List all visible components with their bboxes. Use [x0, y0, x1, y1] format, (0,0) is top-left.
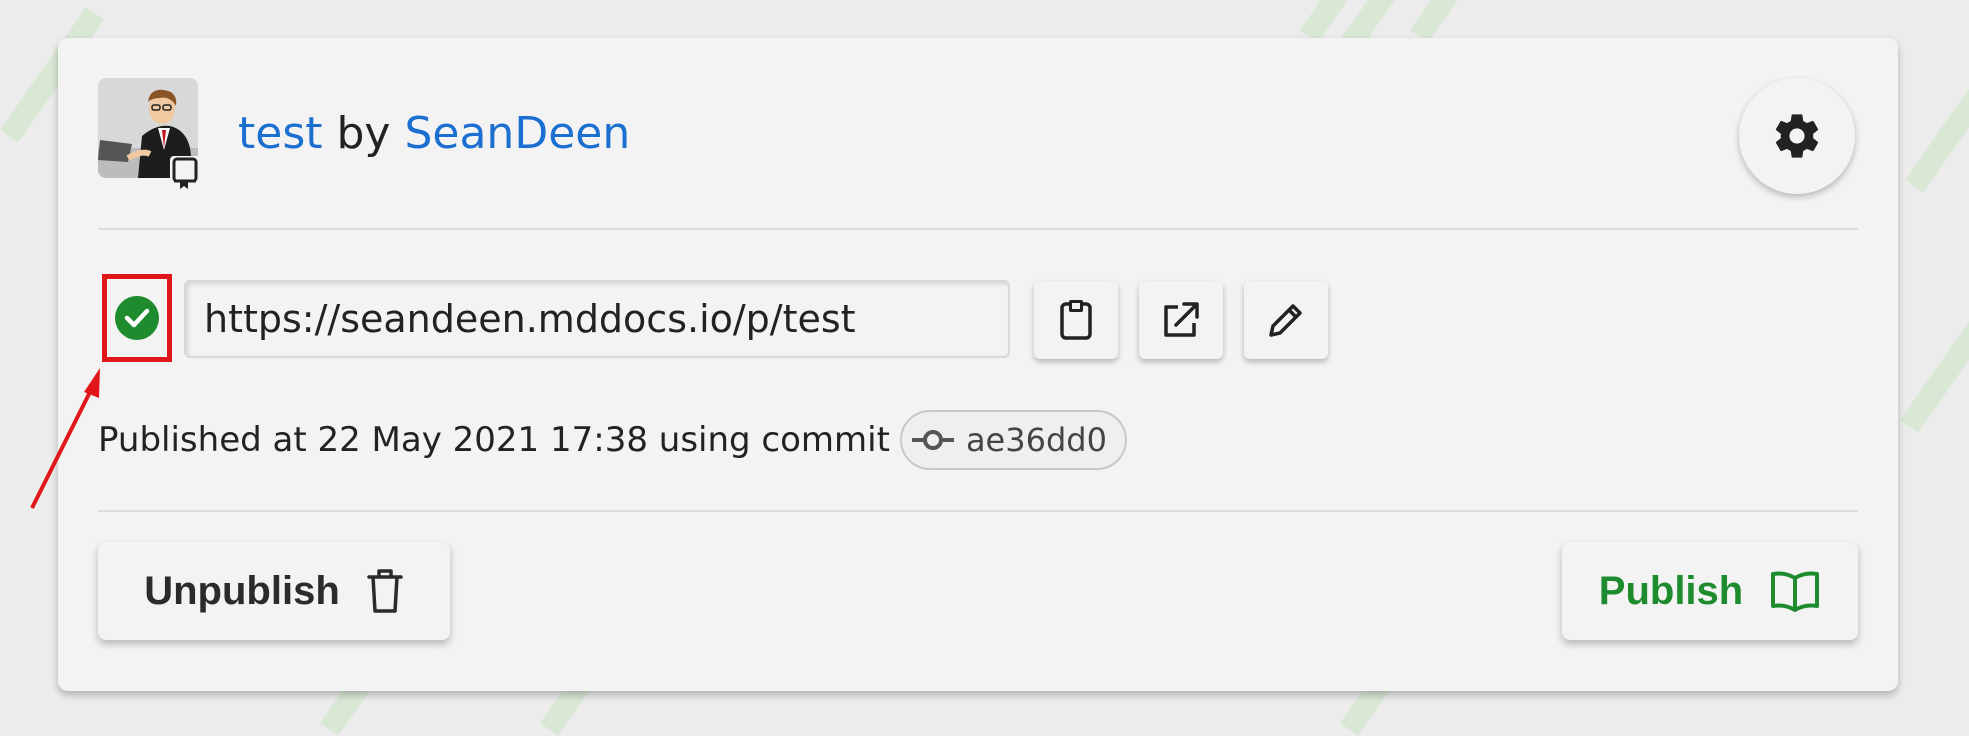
external-link-icon — [1164, 302, 1199, 337]
repo-link[interactable]: test — [238, 108, 323, 159]
publish-info-text: Published at 22 May 2021 17:38 using com… — [98, 420, 890, 460]
owner-link[interactable]: SeanDeen — [404, 108, 630, 159]
commit-badge[interactable]: ae36dd0 — [899, 410, 1127, 470]
repo-badge — [170, 156, 200, 190]
publish-button[interactable]: Publish — [1562, 542, 1858, 640]
published-url-field[interactable] — [184, 280, 1010, 358]
settings-button[interactable] — [1739, 78, 1855, 194]
divider — [98, 510, 1858, 512]
publish-label: Publish — [1598, 568, 1744, 613]
background-stripe — [1905, 16, 1969, 193]
gear-icon — [1775, 114, 1819, 158]
background-stripe — [1900, 174, 1969, 433]
divider — [98, 228, 1858, 230]
clipboard-icon — [1060, 300, 1092, 340]
status-indicator — [102, 274, 172, 362]
page-title: test by SeanDeen — [238, 106, 630, 162]
avatar — [98, 78, 200, 190]
repo-icon — [172, 157, 198, 189]
check-circle-icon — [115, 296, 159, 340]
background-stripe — [1410, 0, 1469, 43]
by-label: by — [336, 108, 391, 159]
git-commit-icon — [911, 430, 954, 450]
pencil-icon — [1269, 304, 1302, 337]
publish-info: Published at 22 May 2021 17:38 using com… — [98, 410, 1127, 470]
commit-hash: ae36dd0 — [965, 421, 1107, 459]
edit-url-button[interactable] — [1244, 281, 1328, 359]
trash-icon — [367, 569, 403, 613]
unpublish-button[interactable]: Unpublish — [98, 542, 450, 640]
copy-url-button[interactable] — [1034, 281, 1118, 359]
unpublish-label: Unpublish — [144, 568, 340, 613]
publish-card: test by SeanDeen Pub — [58, 38, 1898, 691]
book-open-icon — [1771, 571, 1820, 612]
open-url-button[interactable] — [1139, 281, 1223, 359]
